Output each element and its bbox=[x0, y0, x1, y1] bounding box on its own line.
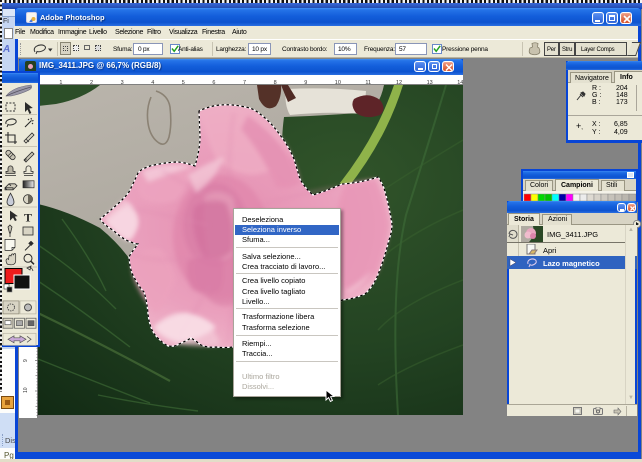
svg-text:9: 9 bbox=[23, 359, 29, 362]
svg-text:T: T bbox=[24, 211, 32, 225]
svg-text:10: 10 bbox=[23, 387, 29, 393]
